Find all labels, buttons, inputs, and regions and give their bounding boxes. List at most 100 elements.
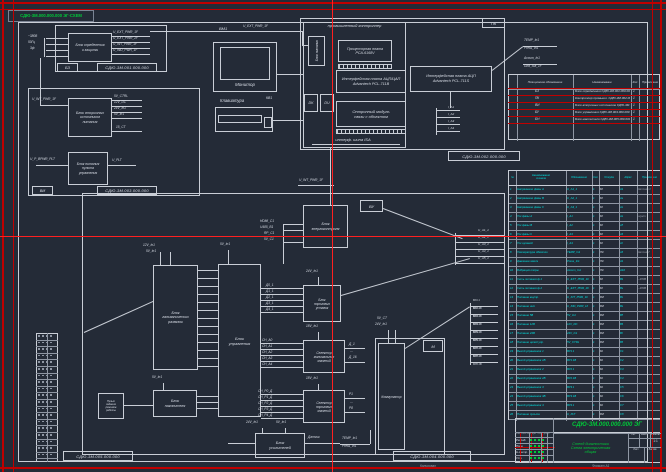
wire-label-vip_in: U_INT_PWR_1F [32,98,56,101]
wire-label-ao2: U_EXT_PWR_2F [113,37,138,40]
wire-label-ct1: 5V_In1 [220,243,230,246]
wire-label-sminl2: CH_A1 [262,345,272,348]
margin-row-scribble [38,375,54,377]
wire [0,9,666,10]
wire-label-smax_o2: Р8 [349,407,353,410]
margin-row-scribble [38,414,54,416]
margin-row-scribble [38,355,54,357]
wire-label-vip_o3: 24V_In1 [114,107,126,110]
wire-label-a1: Accum_In1 [524,57,540,60]
margin-row-scribble [38,441,54,443]
wire-label-m3: 3ф [30,47,34,50]
wire-label: ВУ2.1В [473,316,482,319]
wire [650,433,651,447]
wire-label-plt_out: U_PLT [112,159,122,162]
wire-label: U_A5_1 [478,257,489,260]
wire-label-smaxl3: CH_P2_Д [258,402,272,405]
wire [553,433,661,434]
wire-label-as2: Press_In1 [342,445,356,448]
wire [508,123,660,124]
wire-label-ustl3: Д2_1 [266,296,274,299]
wire [547,432,548,463]
wire [36,412,58,413]
wire-label: I_A1 [448,106,454,109]
margin-row-scribble [38,447,54,449]
wire-label-ust_t: 24V_In1 [306,270,318,273]
wire-label-smaxl1: CH_P0_Д [258,390,272,393]
wire [36,419,58,420]
wire-label-ao3: U_INT_PWR_1F [113,43,137,46]
wire-label-amp_out: Датчик [308,436,320,439]
wire [36,425,58,426]
wire [0,2,666,4]
wire-label-m1: ~380В [28,35,37,38]
wire [36,406,58,407]
wire [36,340,58,341]
margin-row-scribble [38,421,54,423]
wire [36,373,58,374]
wire-label: ВУ3.1В [473,324,482,327]
wire [36,432,58,433]
wire-label-sminl1: CH_A0 [262,339,272,342]
wire [36,386,58,387]
wire-label-at1: 24V_In1 [246,421,258,424]
wire-label: ВУ6.1В [473,348,482,351]
wire [36,445,58,446]
wire [639,433,640,447]
signature-scribble [530,445,544,447]
wire-label-p1: Press_In1 [524,47,538,50]
wire [508,102,660,103]
wire [0,467,666,469]
wire-label: U_A4_1 [478,250,489,253]
wire-label-ao4: U_IND_PWR_1F [113,49,137,52]
wire [508,88,660,89]
margin-row-scribble [38,427,54,429]
wire-label-ao1: U_EXT_PWR_1F [113,31,138,34]
signature-scribble [530,451,544,453]
wire-label-t1: TEMP_In1 [524,39,539,42]
wire-label-at2: 5V_In1 [276,421,286,424]
wire-label-smaxl2: CH_P1_Д [258,396,272,399]
wire [36,366,58,367]
margin-row-scribble [38,381,54,383]
signature-scribble [530,439,544,441]
wire-label-g1: Grid_out_1F [524,65,542,68]
wire-label-nk1: 5V_In1 [152,376,162,379]
wire [36,353,58,354]
wire-label-smaxl5: CH_P4_Д [258,414,272,417]
wire-label-kt1: 5V_CT [377,317,387,320]
wire-label-vip_o1: 5V_CTRL [114,95,128,98]
wire-label-sminl3: CH_A2 [262,351,272,354]
signature-scribble [530,457,544,459]
wire-label-smin_t: 18V_In1 [306,325,318,328]
wire [36,359,58,360]
wire [36,379,58,380]
drawing-tag: СДЮ-3М.000.000.000 ЭГ-СХЕМ [8,10,94,22]
wire [36,452,58,453]
wire-label: U_A1_1 [478,229,489,232]
margin-row-scribble [38,335,54,337]
wire-label-kt2: 24V_In1 [375,323,387,326]
wire-label: I_A2 [448,113,454,116]
wire-label-smax_t: 18V_In1 [306,377,318,380]
cad-canvas: СДЮ-3М.000.000.000 ЭГ-СХЕМ Блок определе… [0,0,666,472]
wire-label-vip_o5: 15_CT [116,126,126,129]
wire-label-vip_o4: 5V_In1 [114,113,124,116]
wire-label: I_A3 [448,120,454,123]
wire-label: U_A3_1 [478,243,489,246]
margin-row-scribble [38,342,54,344]
margin-row-scribble [38,434,54,436]
wire-label-ek2: U485_B1 [260,226,273,229]
drawing-tag-label: СДЮ-3М.000.000.000 ЭГ-СХЕМ [20,14,82,18]
wire-label: ВУ5.1В [473,340,482,343]
wire-label-ustl1: Д0_1 [266,284,274,287]
wire-label: I_A4 [448,127,454,130]
wire-label-plt_in: U_P_BPWR_PLT [30,158,55,161]
wire-label-sminl4: CH_A3 [262,357,272,360]
wire [36,458,58,459]
wire [36,399,58,400]
wire [553,418,554,463]
wire-label-smin_o1: Д_1 [349,343,355,346]
wire-label: ВУ1.1 [473,300,480,303]
wire-label-sminl5: CH_A4 [262,363,272,366]
